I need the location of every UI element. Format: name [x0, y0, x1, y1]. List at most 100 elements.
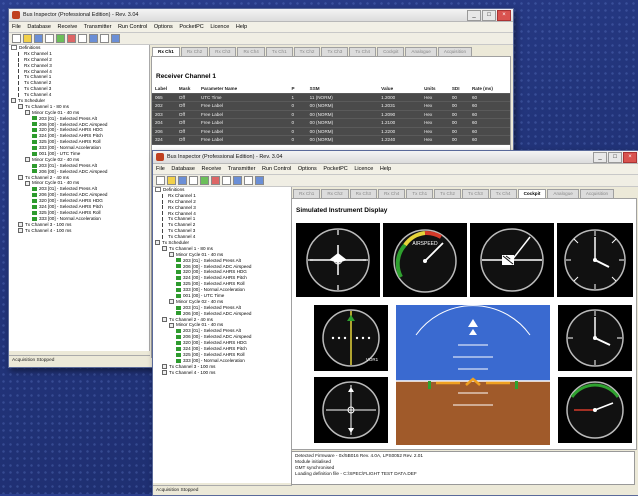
title-bar[interactable]: Bus Inspector (Professional Edition) - R…	[153, 151, 638, 164]
menu-file[interactable]: File	[156, 166, 165, 172]
tree-item-label: Tx Channel 2	[168, 222, 196, 228]
tab-rx-ch4[interactable]: Rx Ch4	[237, 47, 265, 56]
tree-item-label: Tx Channel 1 - 80 ms	[25, 103, 69, 109]
tab-rx-ch4[interactable]: Rx Ch4	[377, 189, 406, 198]
turn-coordinator-instrument	[296, 223, 380, 297]
toolbar-button[interactable]	[233, 176, 242, 185]
save-icon[interactable]	[34, 34, 43, 43]
maximize-icon[interactable]: □	[482, 10, 496, 21]
stop-icon[interactable]	[67, 34, 76, 43]
column-header[interactable]: Label	[152, 85, 176, 93]
tab-analogue[interactable]: Analogue	[547, 189, 579, 198]
table-cell: Off	[178, 111, 185, 117]
menu-run-control[interactable]: Run Control	[262, 166, 291, 172]
new-file-icon[interactable]	[12, 34, 21, 43]
column-header[interactable]: SDI	[449, 85, 469, 93]
tab-tx-ch4[interactable]: Tx Ch4	[349, 47, 377, 56]
menu-pocketpc[interactable]: PocketPC	[323, 166, 347, 172]
tree-item-label: Tx Channel 1	[24, 74, 52, 80]
tab-acquisition[interactable]: Acquisition	[437, 47, 473, 56]
tab-tx-ch3[interactable]: Tx Ch3	[321, 47, 349, 56]
definitions-tree[interactable]: Definitions Rx Channel 1 Rx Channel 2 Rx Ch…	[9, 45, 150, 351]
table-row[interactable]: 204 Off Free Label 0 00 (NORM) 1.2100 Hex 00 60	[152, 119, 510, 128]
table-row[interactable]: 065 Off UTC Time 1 11 (NORM) 1.2000 Hex 00 60	[152, 93, 510, 102]
table-row[interactable]: 203 Off Free Label 0 00 (NORM) 1.2090 Hex 00 60	[152, 110, 510, 119]
title-bar[interactable]: Bus Inspector (Professional Edition) - R…	[9, 9, 513, 22]
tab-tx-ch3[interactable]: Tx Ch3	[461, 189, 489, 198]
tab-tx-ch1[interactable]: Tx Ch1	[406, 189, 434, 198]
menu-options[interactable]: Options	[298, 166, 317, 172]
toolbar-button[interactable]	[244, 176, 253, 185]
open-folder-icon[interactable]	[167, 176, 176, 185]
toolbar-button[interactable]	[45, 34, 54, 43]
menu-receive[interactable]: Receive	[57, 24, 77, 30]
save-icon[interactable]	[178, 176, 187, 185]
column-header[interactable]: Rate (ms)	[469, 85, 510, 93]
menu-bar: File Database Receive Transmitter Run Co…	[153, 164, 638, 175]
run-icon[interactable]	[56, 34, 65, 43]
tab-rx-ch2[interactable]: Rx Ch2	[180, 47, 209, 56]
column-header[interactable]: Parameter Name	[198, 85, 289, 93]
menu-licence[interactable]: Licence	[354, 166, 373, 172]
column-header[interactable]: Value	[378, 85, 421, 93]
menu-transmitter[interactable]: Transmitter	[228, 166, 256, 172]
tab-rx-ch2[interactable]: Rx Ch2	[321, 189, 349, 198]
tab-analogue[interactable]: Analogue	[405, 47, 437, 56]
tab-tx-ch1[interactable]: Tx Ch1	[265, 47, 293, 56]
table-row[interactable]: 324 Off Free Label 0 00 (NORM) 1.2240 Hex 00 60	[152, 136, 510, 145]
tab-cockpit[interactable]: Cockpit	[517, 189, 547, 198]
open-folder-icon[interactable]	[23, 34, 32, 43]
menu-options[interactable]: Options	[154, 24, 173, 30]
tab-cockpit[interactable]: Cockpit	[377, 47, 405, 56]
run-icon[interactable]	[200, 176, 209, 185]
new-file-icon[interactable]	[156, 176, 165, 185]
minimize-icon[interactable]: _	[593, 152, 607, 163]
tab-rx-ch1[interactable]: Rx Ch1	[152, 47, 180, 56]
maximize-icon[interactable]: □	[608, 152, 622, 163]
toolbar-button[interactable]	[100, 34, 109, 43]
tab-rx-ch3[interactable]: Rx Ch3	[349, 189, 377, 198]
help-icon[interactable]	[255, 176, 264, 185]
table-row[interactable]: 206 Off Free Label 0 00 (NORM) 1.2200 Hex 00 60	[152, 127, 510, 136]
help-icon[interactable]	[111, 34, 120, 43]
column-header[interactable]: Mask	[176, 85, 198, 93]
menu-file[interactable]: File	[12, 24, 21, 30]
menu-run-control[interactable]: Run Control	[118, 24, 147, 30]
stop-icon[interactable]	[211, 176, 220, 185]
menu-licence[interactable]: Licence	[210, 24, 229, 30]
toolbar-button[interactable]	[89, 34, 98, 43]
toolbar-button[interactable]	[222, 176, 231, 185]
window-title: Bus Inspector (Professional Edition) - R…	[23, 12, 139, 18]
toolbar-button[interactable]	[78, 34, 87, 43]
tree-item-label: Rx Channel 4	[168, 210, 196, 216]
tree-item-label: 203 [01] - Selected Press Alt	[39, 115, 97, 121]
menu-help[interactable]: Help	[236, 24, 247, 30]
airspeed-indicator: AIRSPEED	[383, 223, 467, 297]
close-icon[interactable]: ×	[497, 10, 511, 21]
table-row[interactable]: 202 Off Free Label 0 00 (NORM) 1.2031 Hex 00 60	[152, 102, 510, 111]
menu-help[interactable]: Help	[380, 166, 391, 172]
tab-rx-ch1[interactable]: Rx Ch1	[293, 189, 321, 198]
menu-transmitter[interactable]: Transmitter	[84, 24, 112, 30]
tab-tx-ch2[interactable]: Tx Ch2	[293, 47, 321, 56]
table-cell: 00	[451, 103, 457, 108]
primary-attitude-display	[396, 305, 550, 445]
menu-pocketpc[interactable]: PocketPC	[179, 24, 203, 30]
menu-receive[interactable]: Receive	[201, 166, 221, 172]
tree-item[interactable]: Tx Channel 4 - 100 ms	[11, 228, 149, 234]
column-header[interactable]: SSM	[307, 85, 378, 93]
tab-tx-ch4[interactable]: Tx Ch4	[489, 189, 517, 198]
tab-acquisition[interactable]: Acquisition	[579, 189, 615, 198]
tab-tx-ch2[interactable]: Tx Ch2	[434, 189, 461, 198]
menu-database[interactable]: Database	[27, 24, 51, 30]
definitions-tree[interactable]: Definitions Rx Channel 1 Rx Channel 2 Rx Ch…	[153, 187, 292, 483]
tree-item[interactable]: Tx Channel 4 - 100 ms	[155, 370, 291, 376]
menu-database[interactable]: Database	[171, 166, 195, 172]
tab-rx-ch3[interactable]: Rx Ch3	[209, 47, 237, 56]
minimize-icon[interactable]: _	[467, 10, 481, 21]
toolbar-button[interactable]	[189, 176, 198, 185]
tree-item-label: 206 [00] - Selected ADC Airspeed	[183, 334, 252, 340]
column-header[interactable]: P	[288, 85, 306, 93]
close-icon[interactable]: ×	[623, 152, 637, 163]
column-header[interactable]: Units	[421, 85, 449, 93]
